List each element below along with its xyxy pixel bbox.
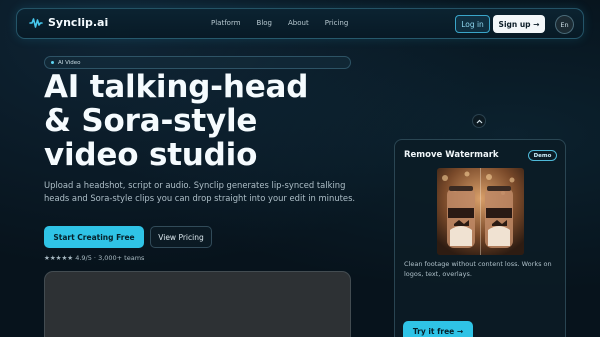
video-preview-placeholder bbox=[44, 271, 351, 337]
card-demo-image bbox=[437, 168, 524, 255]
rating-text: ★★★★★ 4.9/5 · 3,000+ teams bbox=[44, 254, 145, 262]
chevron-up-icon[interactable] bbox=[472, 114, 486, 128]
language-switcher[interactable]: En bbox=[555, 15, 574, 34]
hero-headline: AI talking-head & Sora-style video studi… bbox=[44, 70, 374, 172]
nav-link-about[interactable]: About bbox=[288, 19, 309, 27]
hero-subtitle: Upload a headshot, script or audio. Sync… bbox=[44, 180, 356, 203]
brand-name: Synclip.ai bbox=[48, 16, 109, 29]
top-navbar: Synclip.ai Platform Blog About Pricing L… bbox=[16, 8, 584, 39]
nav-link-platform[interactable]: Platform bbox=[211, 19, 241, 27]
headline-line-1: AI talking-head bbox=[44, 69, 309, 105]
try-it-free-button[interactable]: Try it free → bbox=[403, 321, 473, 337]
card-title: Remove Watermark bbox=[404, 150, 499, 160]
brand-logo[interactable]: Synclip.ai bbox=[29, 16, 108, 29]
card-description: Clean footage without content loss. Work… bbox=[404, 260, 552, 278]
waveform-icon bbox=[29, 17, 43, 28]
nav-link-pricing[interactable]: Pricing bbox=[325, 19, 349, 27]
headline-line-3: video studio bbox=[44, 137, 258, 173]
remove-watermark-card: Remove Watermark Demo Clean footage with… bbox=[394, 139, 566, 337]
demo-badge: Demo bbox=[528, 150, 557, 161]
login-button[interactable]: Log in bbox=[455, 15, 490, 33]
signup-button[interactable]: Sign up → bbox=[493, 15, 545, 33]
view-pricing-button[interactable]: View Pricing bbox=[150, 226, 212, 248]
tag-label: AI Video bbox=[58, 59, 81, 66]
nav-links: Platform Blog About Pricing bbox=[211, 19, 364, 27]
nav-link-blog[interactable]: Blog bbox=[257, 19, 272, 27]
start-creating-button[interactable]: Start Creating Free bbox=[44, 226, 144, 248]
tag-dot-icon bbox=[51, 61, 54, 64]
category-tag: AI Video bbox=[44, 56, 351, 69]
headline-line-2: & Sora-style bbox=[44, 103, 258, 139]
